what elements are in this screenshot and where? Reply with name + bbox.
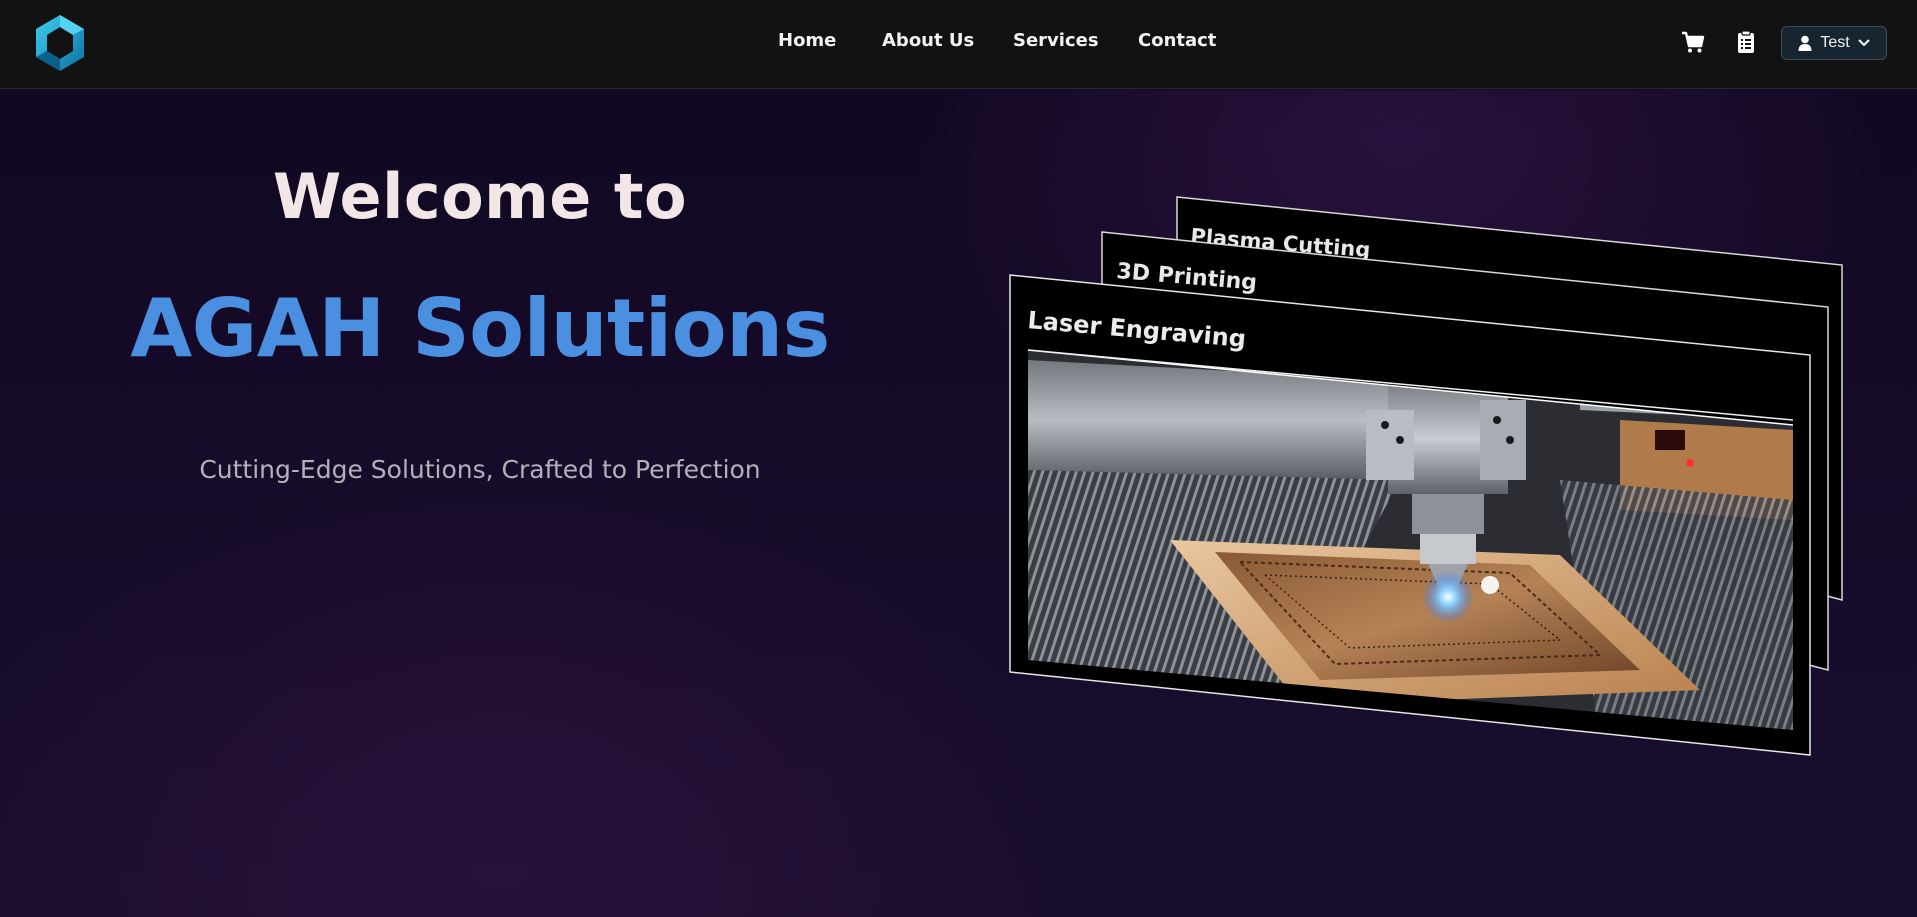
- hero-brand-title: AGAH Solutions: [130, 282, 830, 375]
- cart-icon[interactable]: [1679, 28, 1707, 56]
- hero-welcome-heading: Welcome to: [272, 160, 688, 233]
- hero-tagline: Cutting-Edge Solutions, Crafted to Perfe…: [199, 455, 761, 484]
- nav-link-services[interactable]: Services: [1013, 30, 1099, 51]
- user-icon: [1798, 35, 1812, 51]
- user-menu-button[interactable]: Test: [1781, 26, 1887, 60]
- user-name: Test: [1820, 34, 1850, 51]
- nav-link-home[interactable]: Home: [778, 30, 836, 51]
- navbar: Home About Us Services Contact Test: [0, 0, 1917, 89]
- chevron-down-icon: [1858, 39, 1870, 46]
- clipboard-icon[interactable]: [1732, 28, 1760, 56]
- nav-link-contact[interactable]: Contact: [1138, 30, 1216, 51]
- nav-link-about-us[interactable]: About Us: [882, 30, 974, 51]
- logo-icon[interactable]: [33, 13, 87, 73]
